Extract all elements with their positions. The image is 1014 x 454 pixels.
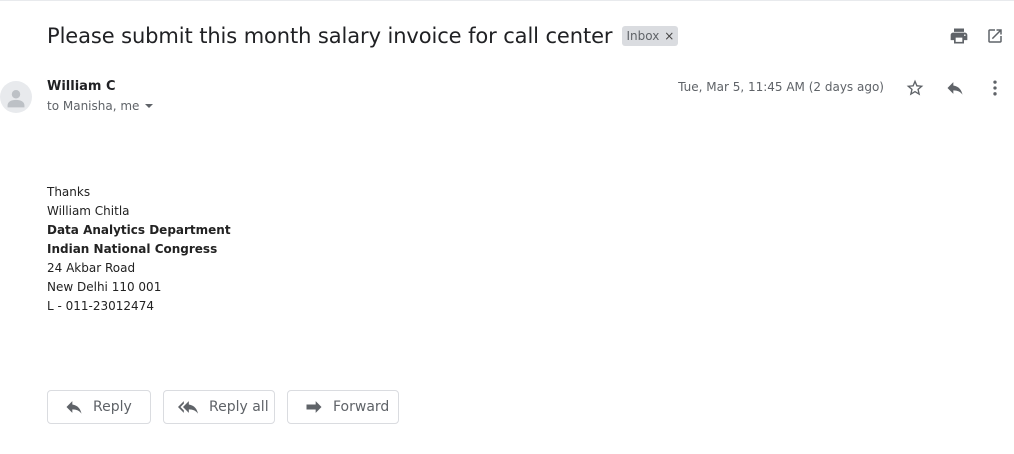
top-divider: [0, 0, 1014, 1]
printer-icon: [950, 28, 968, 44]
email-subject: Please submit this month salary invoice …: [47, 24, 613, 48]
reply-button[interactable]: Reply: [47, 390, 151, 424]
star-icon: [906, 79, 924, 96]
message-body: Thanks William Chitla Data Analytics Dep…: [47, 183, 231, 316]
forward-button[interactable]: Forward: [287, 390, 399, 424]
more-options-button[interactable]: [983, 76, 1007, 100]
reply-quick-button[interactable]: [943, 76, 967, 100]
reply-icon: [947, 82, 963, 95]
remove-label-button[interactable]: ×: [664, 29, 674, 43]
reply-button-label: Reply: [93, 399, 132, 415]
print-button[interactable]: [947, 24, 971, 48]
reply-all-button[interactable]: Reply all: [163, 390, 275, 424]
signature-line-name: William Chitla: [47, 204, 130, 218]
forward-button-label: Forward: [333, 399, 390, 415]
message-timestamp: Tue, Mar 5, 11:45 AM (2 days ago): [678, 80, 884, 94]
sender-name[interactable]: William C: [47, 79, 116, 94]
reply-icon: [64, 397, 84, 417]
show-details-caret-icon[interactable]: [145, 104, 154, 108]
person-icon: [7, 90, 25, 108]
signature-line-street: 24 Akbar Road: [47, 261, 136, 275]
star-button[interactable]: [903, 76, 927, 100]
reply-all-icon: [176, 397, 200, 417]
recipients-line: to Manisha, me: [47, 99, 154, 113]
open-in-new-window-button[interactable]: [983, 24, 1007, 48]
sender-avatar: [0, 81, 32, 113]
signature-line-city: New Delhi 110 001: [47, 280, 162, 294]
signature-line-thanks: Thanks: [47, 185, 91, 199]
reply-all-button-label: Reply all: [209, 399, 269, 415]
inbox-label-chip[interactable]: Inbox ×: [622, 26, 679, 46]
signature-line-department: Data Analytics Department: [47, 223, 231, 237]
recipients-text: to Manisha, me: [47, 99, 140, 113]
signature-line-phone: L - 011-23012474: [47, 299, 154, 313]
open-in-new-window-icon: [988, 29, 1002, 43]
label-chip-text: Inbox: [626, 29, 660, 43]
subject-row: Please submit this month salary invoice …: [47, 20, 679, 52]
signature-line-organization: Indian National Congress: [47, 242, 218, 256]
more-vertical-icon: [993, 80, 997, 96]
forward-icon: [304, 397, 324, 417]
